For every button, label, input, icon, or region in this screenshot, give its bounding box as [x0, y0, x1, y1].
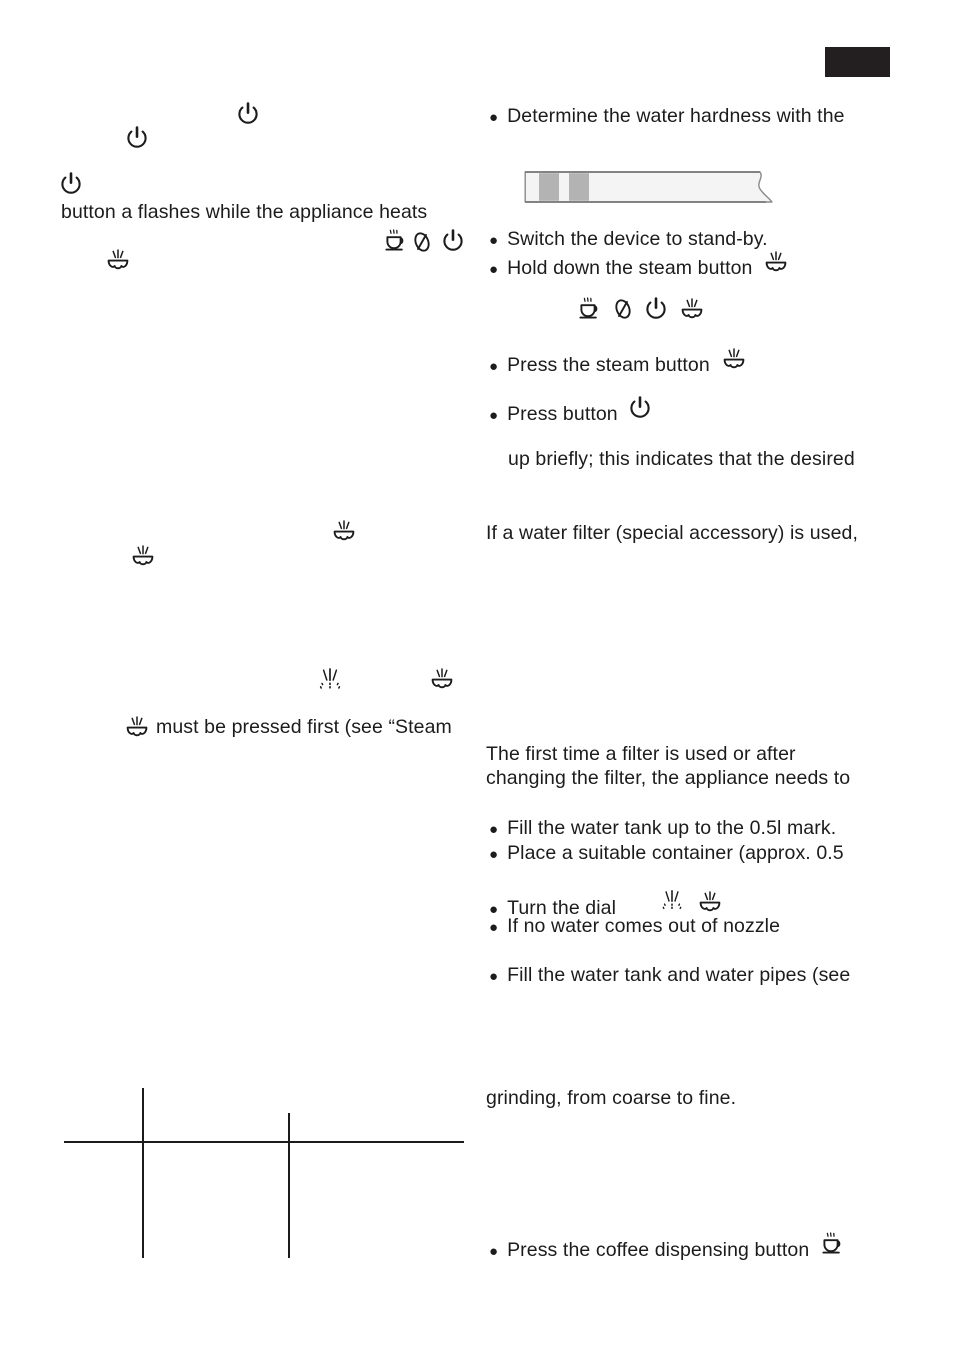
- steam-icon: [721, 347, 747, 371]
- steam-icon: [763, 250, 789, 274]
- coffee-cup-icon: [577, 297, 601, 321]
- steam-icon: [679, 297, 705, 321]
- power-icon: [60, 172, 82, 196]
- body-text-line: up briefly; this indicates that the desi…: [508, 448, 855, 470]
- list-item-label: Switch the device to stand-by.: [507, 228, 768, 250]
- coffee-bean-icon: [613, 297, 633, 321]
- document-page: button a flashes while the appliance hea…: [0, 0, 954, 1354]
- steam-icon: [124, 715, 150, 739]
- list-item: ● Fill the water tank and water pipes (s…: [489, 962, 850, 990]
- page-corner-marker: [825, 47, 890, 77]
- body-text-line: The first time a filter is used or after: [486, 743, 796, 765]
- list-item: ● Press the steam button: [489, 347, 747, 380]
- power-icon: [237, 102, 259, 126]
- bullet-dot: ●: [489, 919, 499, 936]
- coffee-bean-icon: [412, 230, 432, 254]
- bullet-dot: ●: [489, 261, 499, 278]
- bullet-dot: ●: [489, 109, 499, 126]
- list-item-label: Place a suitable container (approx. 0.5: [507, 842, 844, 864]
- bullet-dot: ●: [489, 407, 499, 424]
- coffee-cup-icon: [383, 229, 407, 253]
- water-hardness-test-strip: [524, 167, 780, 205]
- bullet-dot: ●: [489, 968, 499, 985]
- steam-icon: [130, 544, 156, 568]
- power-icon: [126, 126, 148, 150]
- table-vertical-rule: [288, 1113, 290, 1258]
- body-text-line-with-icon: must be pressed first (see “Steam: [124, 714, 452, 740]
- list-item: ● Determine the water hardness with the: [489, 103, 845, 131]
- body-text-line: grinding, from coarse to fine.: [486, 1087, 737, 1109]
- steam-icon: [429, 667, 455, 691]
- bullet-dot: ●: [489, 1243, 499, 1260]
- steam-icon: [105, 248, 131, 272]
- table-horizontal-rule: [64, 1141, 464, 1143]
- power-icon: [645, 297, 667, 321]
- bullet-dot: ●: [489, 358, 499, 375]
- list-item: ● Place a suitable container (approx. 0.…: [489, 840, 844, 868]
- list-item-label: Hold down the steam button: [507, 257, 753, 279]
- list-item-label: Determine the water hardness with the: [507, 105, 845, 127]
- body-text-line: button a flashes while the appliance hea…: [61, 201, 428, 223]
- list-item: ● Press the coffee dispensing button: [489, 1232, 844, 1265]
- list-item: ● Hold down the steam button: [489, 250, 789, 283]
- list-item: ● If no water comes out of nozzle: [489, 913, 780, 941]
- table-vertical-rule: [142, 1088, 144, 1258]
- steam-icon: [697, 890, 723, 914]
- list-item-label: Fill the water tank up to the 0.5l mark.: [507, 817, 837, 839]
- steam-icon: [331, 519, 357, 543]
- body-text-line: changing the filter, the appliance needs…: [486, 767, 851, 789]
- hot-surface-warning-icon: [657, 888, 687, 914]
- list-item: ● Fill the water tank up to the 0.5l mar…: [489, 815, 836, 843]
- hot-surface-warning-icon: [314, 666, 346, 694]
- coffee-cup-icon: [820, 1232, 844, 1256]
- power-icon: [629, 396, 651, 420]
- list-item-label: Press the coffee dispensing button: [507, 1239, 810, 1261]
- body-text-line: If a water filter (special accessory) is…: [486, 522, 858, 544]
- list-item-label: Press the steam button: [507, 354, 710, 376]
- list-item-label: Fill the water tank and water pipes (see: [507, 964, 851, 986]
- indicator-lamp-row: [577, 297, 705, 321]
- bullet-dot: ●: [489, 846, 499, 863]
- body-text: must be pressed first (see “Steam: [156, 716, 452, 738]
- list-item-label: If no water comes out of nozzle: [507, 915, 781, 937]
- list-item-label: Press button: [507, 403, 618, 425]
- power-icon: [442, 229, 464, 253]
- list-item: ● Press button: [489, 396, 651, 429]
